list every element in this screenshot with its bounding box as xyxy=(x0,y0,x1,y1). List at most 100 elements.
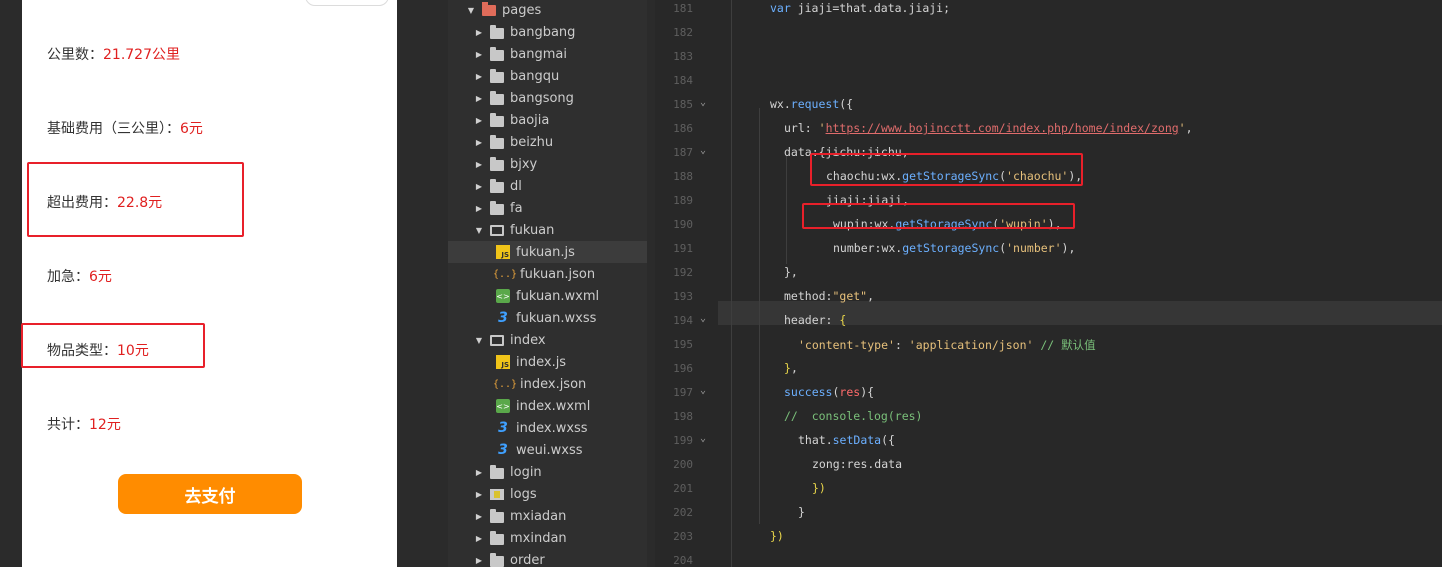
file-tree-item[interactable]: 3 fukuan.wxss xyxy=(448,307,647,329)
code-token: } xyxy=(798,505,805,519)
chevron-down-icon[interactable]: ▼ xyxy=(474,336,484,345)
file-tree-label: fukuan.js xyxy=(516,244,575,260)
chevron-down-icon[interactable]: ▼ xyxy=(474,226,484,235)
json-file-icon: {..} xyxy=(492,378,518,390)
line-number: 184 xyxy=(673,74,693,87)
file-tree-label: fukuan.wxml xyxy=(516,288,600,304)
pay-button[interactable]: 去支付 xyxy=(118,474,302,514)
line-number: 198 xyxy=(673,410,693,423)
file-tree-item[interactable]: {..} index.json xyxy=(448,373,647,395)
file-tree-item[interactable]: ▼ pages xyxy=(448,0,647,21)
chevron-right-icon[interactable]: ▶ xyxy=(474,160,484,169)
code-token: number:wx. xyxy=(833,241,903,255)
line-number: 199 xyxy=(673,434,693,447)
code-token: : xyxy=(894,338,909,352)
line-number: 204 xyxy=(673,554,693,567)
editor-gutter-gap xyxy=(647,0,655,567)
code-line: method:"get", xyxy=(784,289,874,303)
code-token: 'application/json' xyxy=(908,338,1034,352)
chevron-right-icon[interactable]: ▶ xyxy=(474,94,484,103)
code-token: https://www.bojincctt.com/index.php/home… xyxy=(825,121,1179,135)
chevron-right-icon[interactable]: ▶ xyxy=(474,468,484,477)
chevron-right-icon[interactable]: ▶ xyxy=(474,72,484,81)
file-tree-item[interactable]: ▼ index xyxy=(448,329,647,351)
code-line: wx.request({ xyxy=(770,97,853,111)
file-tree-item[interactable]: JS fukuan.js xyxy=(448,241,647,263)
file-tree-label: index.wxml xyxy=(516,398,591,414)
code-token: ' xyxy=(818,121,826,135)
urgent-fee-label: 加急： xyxy=(47,269,89,285)
file-tree-item[interactable]: ▶ beizhu xyxy=(448,131,647,153)
file-tree-item[interactable]: ▶ bangbang xyxy=(448,21,647,43)
line-number: 197 xyxy=(673,386,693,399)
file-tree-item[interactable]: {..} fukuan.json xyxy=(448,263,647,285)
wxss-file-icon: 3 xyxy=(498,420,508,436)
code-token: } xyxy=(784,361,791,375)
code-token: res xyxy=(839,385,861,399)
file-tree-item[interactable]: JS index.js xyxy=(448,351,647,373)
capsule-menu-button[interactable] xyxy=(305,0,389,6)
file-tree-item[interactable]: ▶ baojia xyxy=(448,109,647,131)
file-tree-label: fukuan.wxss xyxy=(516,310,597,326)
fold-chevron-icon[interactable]: ⌄ xyxy=(700,145,710,156)
fold-chevron-icon[interactable]: ⌄ xyxy=(700,433,710,444)
file-tree-item[interactable]: 3 weui.wxss xyxy=(448,439,647,461)
chevron-right-icon[interactable]: ▶ xyxy=(474,182,484,191)
code-token: , xyxy=(790,361,798,375)
js-file-icon: JS xyxy=(496,245,510,259)
chevron-right-icon[interactable]: ▶ xyxy=(474,512,484,521)
line-number: 195 xyxy=(673,338,693,351)
chevron-right-icon[interactable]: ▶ xyxy=(474,138,484,147)
chevron-down-icon[interactable]: ▼ xyxy=(466,6,476,15)
file-tree-item[interactable]: ▶ bjxy xyxy=(448,153,647,175)
code-token: // 默认值 xyxy=(1033,338,1096,352)
file-tree-item[interactable]: ▶ dl xyxy=(448,175,647,197)
indent-guide xyxy=(759,108,760,524)
chevron-right-icon[interactable]: ▶ xyxy=(474,116,484,125)
file-tree-item[interactable]: <> index.wxml xyxy=(448,395,647,417)
file-tree-item[interactable]: ▶ order xyxy=(448,549,647,567)
code-token: getStorageSync xyxy=(902,241,1000,255)
fold-chevron-icon[interactable]: ⌄ xyxy=(700,385,710,396)
file-tree-item[interactable]: ▶ bangqu xyxy=(448,65,647,87)
chevron-right-icon[interactable]: ▶ xyxy=(474,556,484,565)
code-line: }, xyxy=(784,361,798,375)
chevron-left-icon[interactable]: ‹ xyxy=(32,0,46,4)
file-tree-label: fukuan.json xyxy=(520,266,596,282)
code-line: 'content-type': 'application/json' // 默认… xyxy=(798,337,1096,353)
chevron-right-icon[interactable]: ▶ xyxy=(474,534,484,543)
file-tree-label: index xyxy=(510,332,546,348)
chevron-right-icon[interactable]: ▶ xyxy=(474,28,484,37)
fold-chevron-icon[interactable]: ⌄ xyxy=(700,97,710,108)
code-token: ){ xyxy=(860,385,875,399)
code-token: request xyxy=(790,97,840,111)
code-token: ({ xyxy=(881,433,895,447)
file-tree-label: mxindan xyxy=(510,530,567,546)
file-tree-item[interactable]: <> fukuan.wxml xyxy=(448,285,647,307)
file-tree-item[interactable]: 3 index.wxss xyxy=(448,417,647,439)
code-token: success xyxy=(784,385,833,399)
code-line: zong:res.data xyxy=(812,457,902,471)
annotation-box-item-type xyxy=(21,323,205,368)
line-number: 191 xyxy=(673,242,693,255)
file-tree-label: logs xyxy=(510,486,537,502)
file-tree-item[interactable]: ▶ logs xyxy=(448,483,647,505)
fold-chevron-icon[interactable]: ⌄ xyxy=(700,313,710,324)
chevron-right-icon[interactable]: ▶ xyxy=(474,50,484,59)
folder-icon xyxy=(490,24,504,39)
file-tree-item[interactable]: ▶ login xyxy=(448,461,647,483)
line-number: 187 xyxy=(673,146,693,159)
code-line: var jiaji=that.data.jiaji; xyxy=(770,1,950,15)
wxml-file-icon: <> xyxy=(496,289,510,303)
file-tree-item[interactable]: ▶ bangmai xyxy=(448,43,647,65)
folder-icon xyxy=(490,530,504,545)
file-tree-item[interactable]: ▼ fukuan xyxy=(448,219,647,241)
chevron-right-icon[interactable]: ▶ xyxy=(474,490,484,499)
code-line: }) xyxy=(812,481,826,495)
file-tree-item[interactable]: ▶ mxindan xyxy=(448,527,647,549)
code-editor[interactable]: 181 var jiaji=that.data.jiaji; 182 183 184 18… xyxy=(655,0,1442,567)
file-tree-item[interactable]: ▶ mxiadan xyxy=(448,505,647,527)
file-tree-item[interactable]: ▶ bangsong xyxy=(448,87,647,109)
chevron-right-icon[interactable]: ▶ xyxy=(474,204,484,213)
file-tree-item[interactable]: ▶ fa xyxy=(448,197,647,219)
